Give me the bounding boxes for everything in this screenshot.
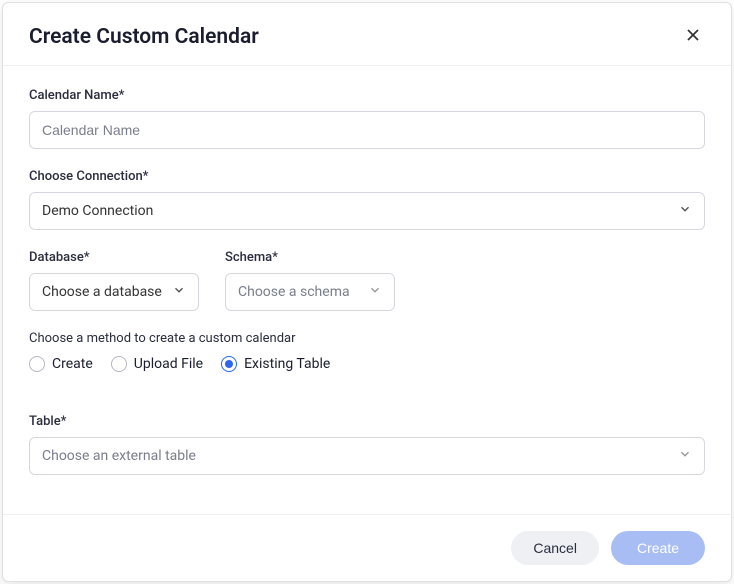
chevron-down-icon	[678, 447, 692, 465]
schema-select[interactable]: Choose a schema	[225, 273, 395, 311]
connection-label: Choose Connection*	[29, 169, 705, 184]
create-custom-calendar-modal: Create Custom Calendar Calendar Name* Ch…	[2, 2, 732, 582]
method-radio-group: Create Upload File Existing Table	[29, 356, 705, 372]
database-placeholder: Choose a database	[42, 284, 162, 300]
database-field: Database* Choose a database	[29, 250, 199, 311]
radio-label-upload-file: Upload File	[134, 356, 203, 372]
modal-header: Create Custom Calendar	[3, 3, 731, 66]
method-field: Choose a method to create a custom calen…	[29, 331, 705, 372]
calendar-name-label: Calendar Name*	[29, 88, 705, 103]
radio-option-create[interactable]: Create	[29, 356, 93, 372]
chevron-down-icon	[368, 283, 382, 301]
cancel-button[interactable]: Cancel	[511, 531, 599, 565]
table-placeholder: Choose an external table	[42, 448, 196, 464]
schema-field: Schema* Choose a schema	[225, 250, 395, 311]
connection-value: Demo Connection	[42, 203, 153, 219]
database-select[interactable]: Choose a database	[29, 273, 199, 311]
database-label: Database*	[29, 250, 199, 265]
modal-footer: Cancel Create	[3, 514, 731, 581]
radio-icon	[29, 356, 45, 372]
connection-field: Choose Connection* Demo Connection	[29, 169, 705, 230]
table-select[interactable]: Choose an external table	[29, 437, 705, 475]
method-label: Choose a method to create a custom calen…	[29, 331, 705, 346]
radio-icon	[111, 356, 127, 372]
chevron-down-icon	[172, 283, 186, 301]
radio-icon-selected	[221, 356, 237, 372]
close-icon	[685, 26, 701, 48]
radio-label-existing-table: Existing Table	[244, 356, 330, 372]
chevron-down-icon	[678, 202, 692, 220]
schema-label: Schema*	[225, 250, 395, 265]
table-label: Table*	[29, 414, 705, 429]
radio-option-existing-table[interactable]: Existing Table	[221, 356, 330, 372]
table-field: Table* Choose an external table	[29, 414, 705, 475]
connection-select[interactable]: Demo Connection	[29, 192, 705, 230]
db-schema-row: Database* Choose a database Schema* Choo…	[29, 250, 705, 331]
schema-placeholder: Choose a schema	[238, 284, 350, 300]
modal-body: Calendar Name* Choose Connection* Demo C…	[3, 66, 731, 514]
create-button[interactable]: Create	[611, 531, 705, 565]
radio-option-upload-file[interactable]: Upload File	[111, 356, 203, 372]
close-button[interactable]	[681, 23, 705, 51]
radio-label-create: Create	[52, 356, 93, 372]
calendar-name-input[interactable]	[29, 111, 705, 149]
modal-title: Create Custom Calendar	[29, 25, 259, 49]
calendar-name-field: Calendar Name*	[29, 88, 705, 149]
